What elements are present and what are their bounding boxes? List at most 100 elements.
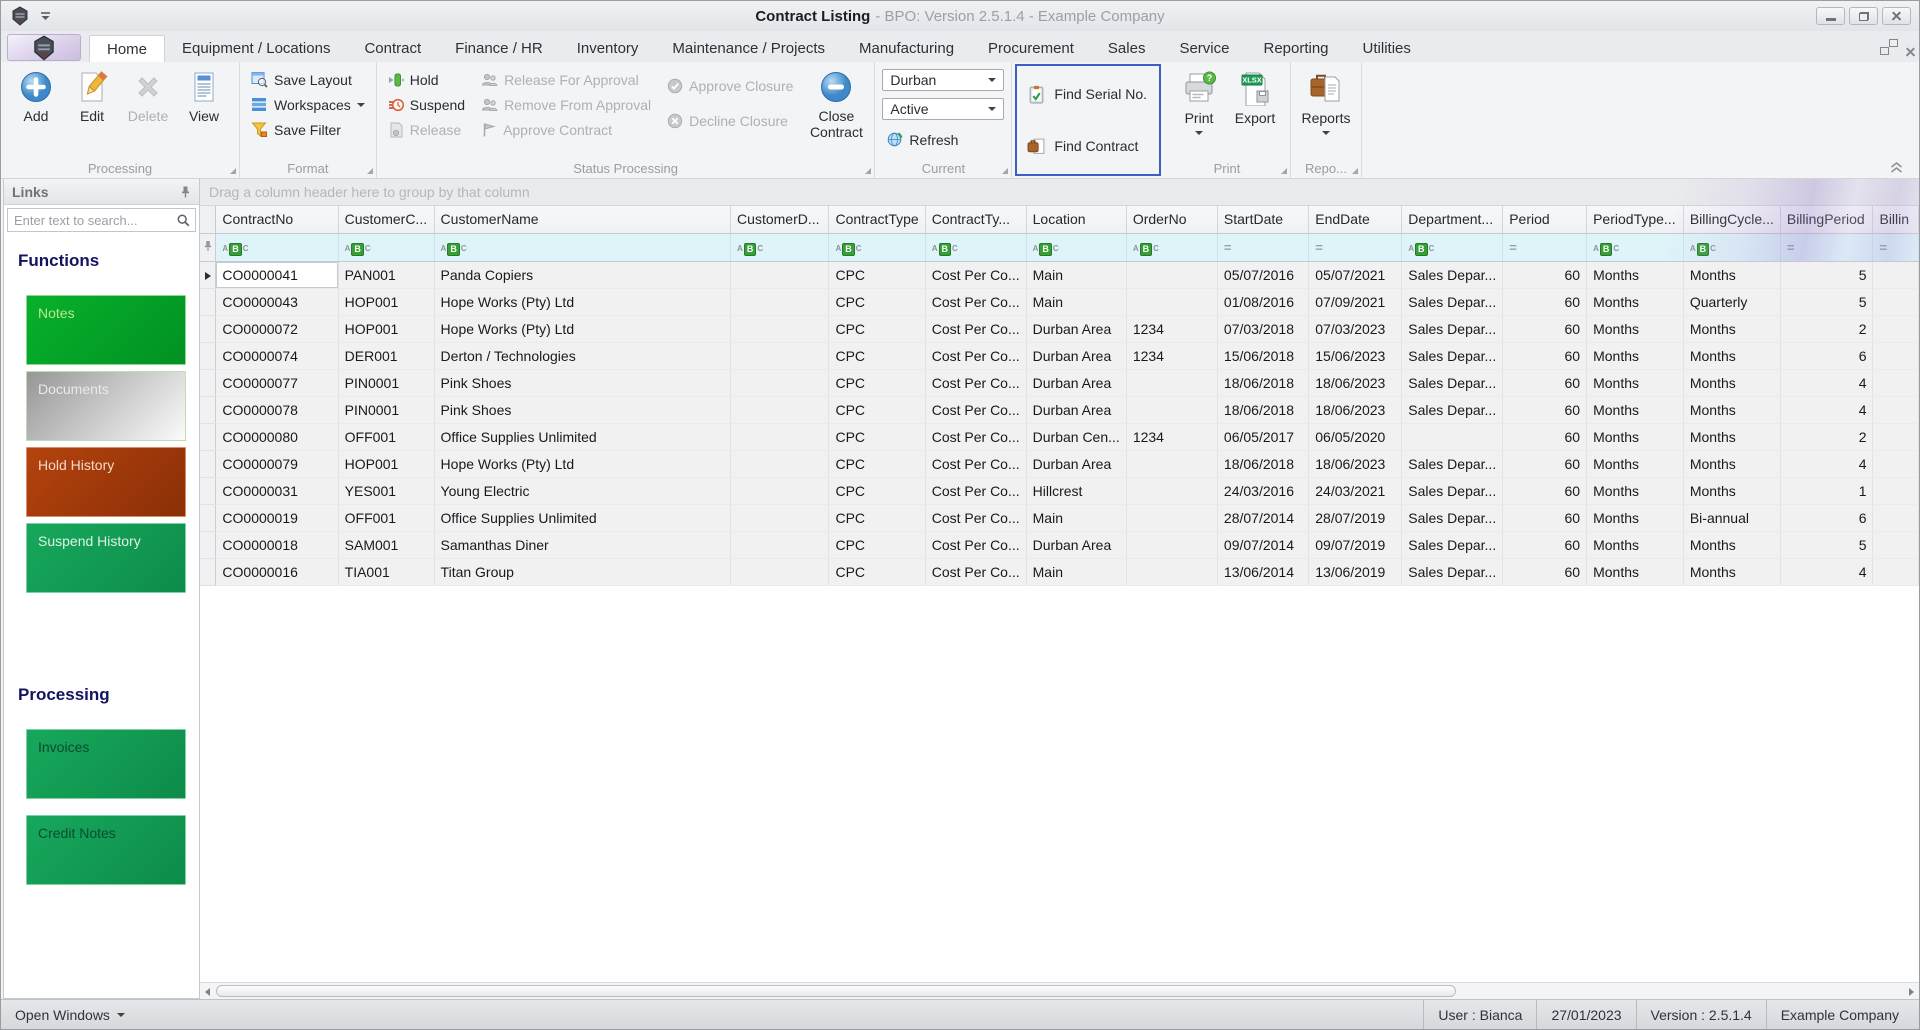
search-icon[interactable] [177,214,195,227]
column-header[interactable]: CustomerName [434,206,732,234]
delete-button[interactable]: Delete [120,67,176,159]
grid-cell[interactable]: Sales Depar... [1401,342,1504,370]
grid-cell[interactable]: 13/06/2019 [1308,558,1403,586]
scroll-left-icon[interactable] [205,988,210,996]
edit-button[interactable]: Edit [64,67,120,159]
grid-cell[interactable]: Sales Depar... [1401,315,1504,343]
grid-cell[interactable]: Main [1026,288,1127,316]
grid-cell[interactable]: 5 [1780,261,1874,289]
grid-cell[interactable]: PIN0001 [338,396,435,424]
grid-cell[interactable]: 15/06/2018 [1217,342,1310,370]
link-button[interactable]: Suspend History [26,523,186,593]
grid-cell[interactable] [1126,558,1218,586]
grid-cell[interactable]: 60 [1502,423,1588,451]
grid-cell[interactable]: CO0000018 [215,531,339,559]
grid-cell[interactable]: CO0000019 [215,504,339,532]
grid-cell[interactable] [1872,504,1919,532]
grid-cell[interactable]: Cost Per Co... [925,477,1027,505]
grid-cell[interactable]: Sales Depar... [1401,288,1504,316]
open-windows-button[interactable]: Open Windows [1,1000,139,1029]
column-header[interactable]: ContractType [828,206,926,234]
ribbon-tab[interactable]: Inventory [560,35,656,62]
filter-cell[interactable]: ABC [730,233,830,262]
column-header[interactable]: CustomerC... [338,206,435,234]
grid-cell[interactable]: CO0000041 [215,261,339,289]
add-button[interactable]: Add [8,67,64,159]
grid-cell[interactable]: Quarterly [1683,288,1781,316]
grid-cell[interactable]: 07/03/2023 [1308,315,1403,343]
ribbon-tab[interactable]: Finance / HR [438,35,560,62]
grid-cell[interactable]: Months [1586,531,1684,559]
grid-cell[interactable] [1126,531,1218,559]
ribbon-tab[interactable]: Sales [1091,35,1163,62]
grid-cell[interactable]: Pink Shoes [434,369,732,397]
grid-cell[interactable]: Samanthas Diner [434,531,732,559]
filter-cell[interactable]: ABC [1026,233,1127,262]
grid-cell[interactable]: CO0000016 [215,558,339,586]
grid-cell[interactable]: 4 [1780,396,1874,424]
filter-cell[interactable]: ABC [1401,233,1504,262]
filter-cell[interactable]: ABC [1683,233,1781,262]
table-row[interactable]: CO0000080 OFF001 Office Supplies Unlimited… [200,423,1919,451]
save-filter-button[interactable]: Save Filter [247,117,369,142]
grid-cell[interactable]: Months [1586,423,1684,451]
grid-cell[interactable]: Cost Per Co... [925,504,1027,532]
grid-cell[interactable]: 60 [1502,504,1588,532]
filter-cell[interactable]: ABC [1586,233,1684,262]
approve-contract-button[interactable]: Approve Contract [477,117,655,142]
grid-cell[interactable]: Durban Area [1026,315,1127,343]
filter-cell[interactable]: ABC [338,233,435,262]
filter-cell[interactable]: ABC [1126,233,1218,262]
grid-cell[interactable]: Months [1683,315,1781,343]
grid-cell[interactable]: 4 [1780,558,1874,586]
grid-cell[interactable] [1126,450,1218,478]
filter-pin-icon[interactable] [200,233,217,262]
grid-cell[interactable]: Sales Depar... [1401,531,1504,559]
grid-cell[interactable] [730,423,830,451]
column-header[interactable]: Billin [1872,206,1919,234]
grid-cell[interactable]: Panda Copiers [434,261,732,289]
grid-cell[interactable]: CO0000043 [215,288,339,316]
app-icon[interactable] [10,6,30,26]
column-header[interactable]: Period [1502,206,1588,234]
grid-cell[interactable]: 13/06/2014 [1217,558,1310,586]
grid-cell[interactable]: Hillcrest [1026,477,1127,505]
grid-cell[interactable]: Months [1586,396,1684,424]
grid-cell[interactable]: Cost Per Co... [925,558,1027,586]
grid-cell[interactable]: CPC [828,369,926,397]
close-contract-button[interactable]: Close Contract [805,67,867,159]
grid-cell[interactable]: CO0000077 [215,369,339,397]
grid-cell[interactable]: 4 [1780,450,1874,478]
table-row[interactable]: CO0000031 YES001 Young Electric CPC Cost Per… [200,477,1919,505]
grid-cell[interactable]: 28/07/2014 [1217,504,1310,532]
grid-cell[interactable]: 1234 [1126,342,1218,370]
grid-cell[interactable]: Cost Per Co... [925,531,1027,559]
ribbon-tab[interactable]: Reporting [1246,35,1345,62]
grid-cell[interactable] [730,558,830,586]
grid-cell[interactable] [1872,558,1919,586]
grid-cell[interactable]: TIA001 [338,558,435,586]
grid-cell[interactable]: Main [1026,261,1127,289]
link-button[interactable]: Invoices [26,729,186,799]
grid-cell[interactable]: Months [1683,342,1781,370]
grid-cell[interactable]: Sales Depar... [1401,450,1504,478]
grid-cell[interactable] [730,369,830,397]
grid-cell[interactable]: Sales Depar... [1401,396,1504,424]
grid-cell[interactable]: Durban Area [1026,342,1127,370]
link-button[interactable]: Documents [26,371,186,441]
application-button[interactable] [7,34,81,61]
grid-cell[interactable]: CPC [828,558,926,586]
grid-cell[interactable]: YES001 [338,477,435,505]
collapse-ribbon-icon[interactable] [1890,162,1903,173]
grid-cell[interactable] [1872,288,1919,316]
grid-cell[interactable]: Office Supplies Unlimited [434,423,732,451]
grid-cell[interactable]: Durban Area [1026,531,1127,559]
grid-cell[interactable]: 60 [1502,315,1588,343]
filter-cell[interactable]: ABC [215,233,339,262]
grid-cell[interactable]: Hope Works (Pty) Ltd [434,450,732,478]
grid-cell[interactable]: HOP001 [338,288,435,316]
grid-cell[interactable]: 60 [1502,396,1588,424]
grid-cell[interactable]: 01/08/2016 [1217,288,1310,316]
scroll-right-icon[interactable] [1909,988,1914,996]
grid-cell[interactable]: 06/05/2017 [1217,423,1310,451]
